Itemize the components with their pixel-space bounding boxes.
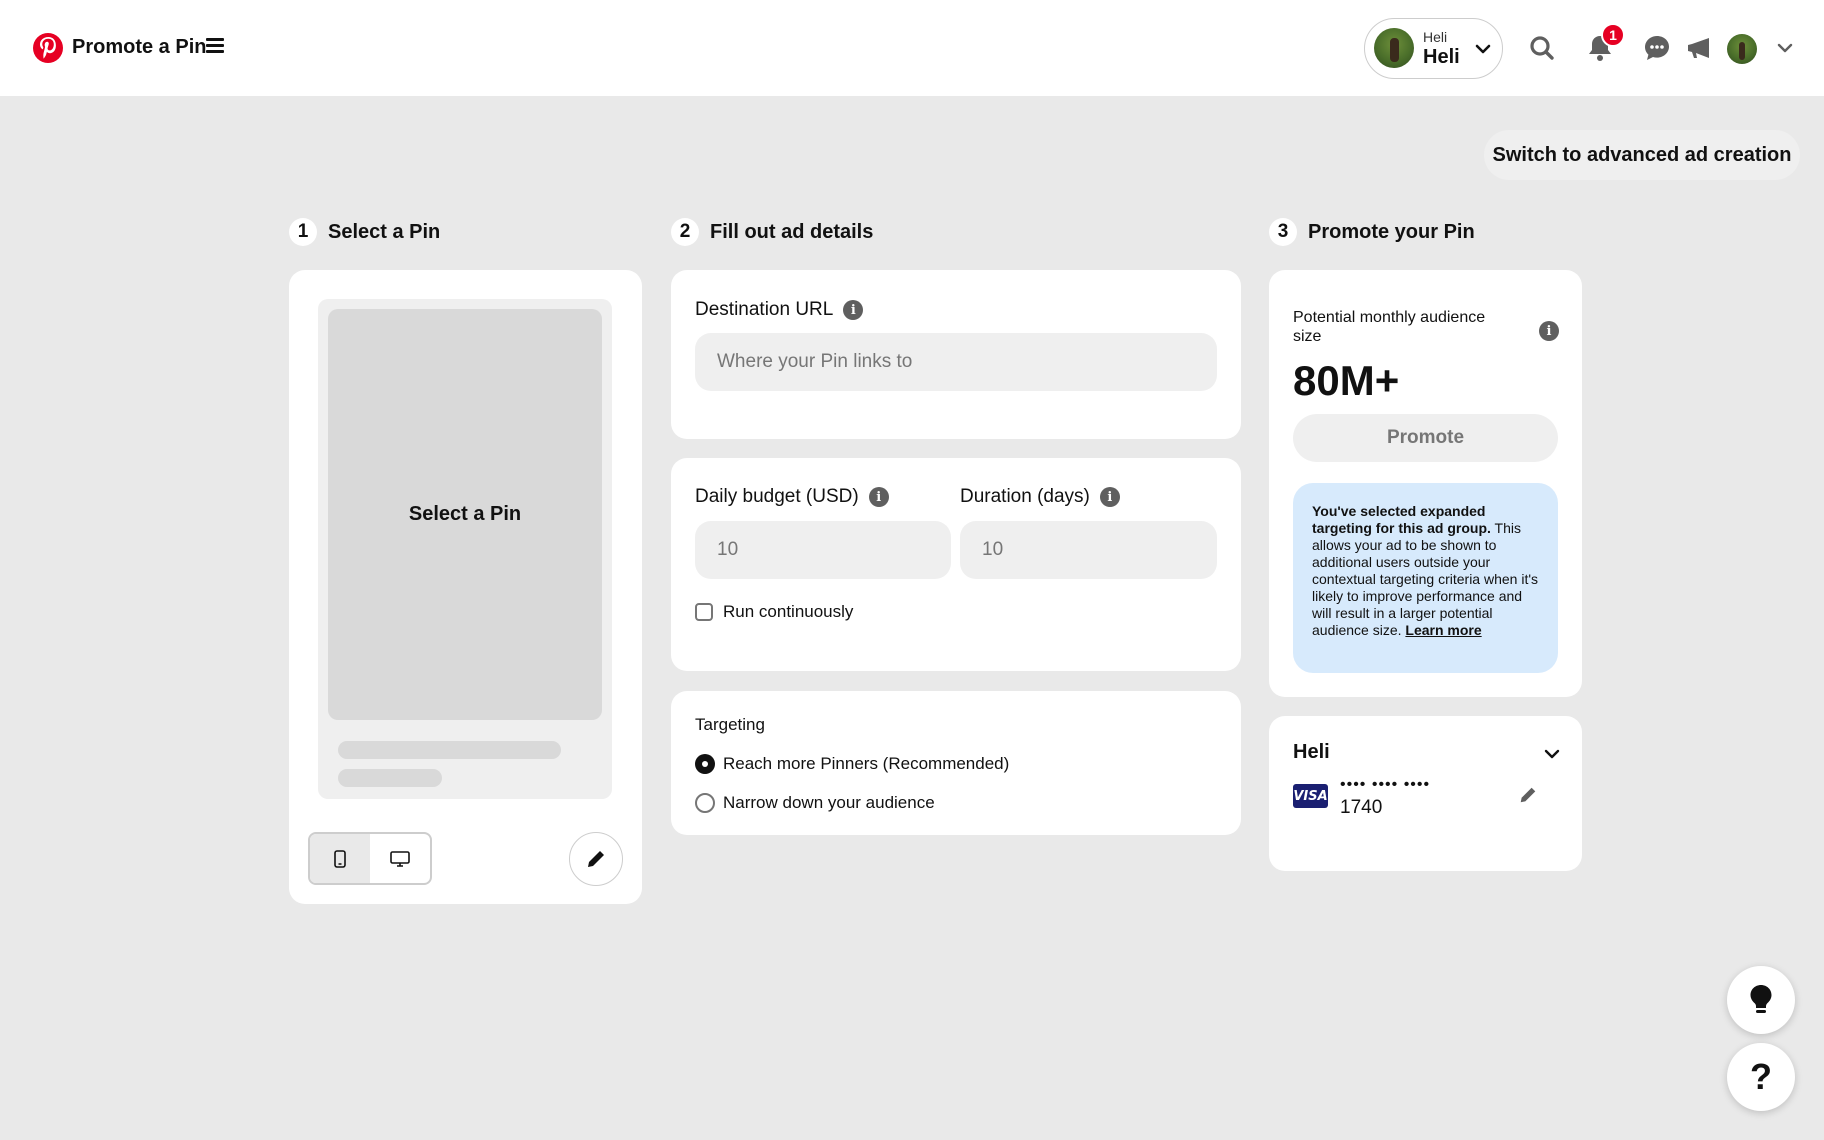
tips-button[interactable] <box>1727 966 1795 1034</box>
edit-pin-button[interactable] <box>569 832 623 886</box>
app-title: Promote a Pin <box>72 36 207 58</box>
pin-image-placeholder[interactable]: Select a Pin <box>328 309 602 720</box>
chevron-down-icon <box>1475 44 1491 54</box>
daily-budget-label-row: Daily budget (USD) i <box>695 486 889 508</box>
step-title: Select a Pin <box>328 220 441 243</box>
reach-more-radio[interactable] <box>695 754 715 774</box>
desktop-preview-button[interactable] <box>370 834 430 883</box>
mobile-icon <box>334 849 346 868</box>
step-3-header: 3 Promote your Pin <box>1269 218 1475 246</box>
pencil-icon <box>588 851 604 867</box>
device-toggle <box>308 832 432 885</box>
destination-card: Destination URL i <box>671 270 1241 439</box>
skeleton-line <box>338 769 442 787</box>
info-icon[interactable]: i <box>868 487 889 507</box>
step-title: Promote your Pin <box>1308 220 1475 243</box>
megaphone-icon[interactable] <box>1684 33 1714 63</box>
notification-badge: 1 <box>1601 23 1625 47</box>
switch-to-advanced-button[interactable]: Switch to advanced ad creation <box>1484 130 1800 180</box>
destination-label-row: Destination URL i <box>695 299 864 321</box>
promote-card: Potential monthly audience size i 80M+ P… <box>1269 270 1582 697</box>
notice-text: This allows your ad to be shown to addit… <box>1312 520 1539 638</box>
step-1-header: 1 Select a Pin <box>289 218 440 246</box>
skeleton-line <box>338 741 561 759</box>
info-icon[interactable]: i <box>843 300 864 320</box>
destination-url-input[interactable] <box>695 333 1217 391</box>
messages-icon[interactable] <box>1642 33 1672 63</box>
pencil-icon[interactable] <box>1518 785 1538 805</box>
menu-icon[interactable] <box>206 38 224 56</box>
user-avatar[interactable] <box>1727 34 1757 64</box>
info-icon[interactable]: i <box>1539 321 1559 341</box>
account-label: Heli <box>1423 46 1460 68</box>
narrow-down-radio[interactable] <box>695 793 715 813</box>
promote-button[interactable]: Promote <box>1293 414 1558 462</box>
visa-card-icon: VISA <box>1293 784 1328 808</box>
select-pin-card: Select a Pin <box>289 270 642 904</box>
destination-url-label: Destination URL <box>695 299 834 320</box>
duration-label-row: Duration (days) i <box>960 486 1120 508</box>
help-button[interactable]: ? <box>1727 1043 1795 1111</box>
top-header: Promote a Pin Heli Heli 1 <box>0 0 1824 96</box>
run-continuously-checkbox[interactable] <box>695 603 713 621</box>
pinterest-logo-icon[interactable] <box>33 33 63 63</box>
reach-more-label[interactable]: Reach more Pinners (Recommended) <box>723 754 1009 774</box>
duration-label: Duration (days) <box>960 486 1090 507</box>
learn-more-link[interactable]: Learn more <box>1405 622 1481 638</box>
targeting-card: Targeting Reach more Pinners (Recommende… <box>671 691 1241 835</box>
account-avatar <box>1374 28 1414 68</box>
daily-budget-input[interactable] <box>695 521 951 579</box>
card-last-four: 1740 <box>1340 797 1383 818</box>
audience-size-label: Potential monthly audience size <box>1293 309 1486 345</box>
step-2-header: 2 Fill out ad details <box>671 218 873 246</box>
step-number: 2 <box>671 218 699 246</box>
narrow-down-label[interactable]: Narrow down your audience <box>723 793 935 813</box>
step-number: 1 <box>289 218 317 246</box>
desktop-icon <box>390 850 410 867</box>
audience-size-value: 80M+ <box>1293 357 1400 404</box>
ad-account-name: Heli <box>1293 741 1330 763</box>
info-icon[interactable]: i <box>1099 487 1120 507</box>
chevron-down-icon[interactable] <box>1542 744 1562 764</box>
question-mark-icon: ? <box>1750 1056 1772 1097</box>
notice-bold-text: You've selected expanded targeting for t… <box>1312 503 1491 536</box>
account-label-small: Heli <box>1423 29 1448 45</box>
search-icon[interactable] <box>1527 33 1557 63</box>
daily-budget-label: Daily budget (USD) <box>695 486 859 507</box>
card-number-mask: •••• •••• •••• <box>1340 776 1431 793</box>
step-number: 3 <box>1269 218 1297 246</box>
duration-input[interactable] <box>960 521 1217 579</box>
targeting-title: Targeting <box>695 715 765 734</box>
run-continuously-label[interactable]: Run continuously <box>723 602 853 622</box>
account-switcher[interactable]: Heli Heli <box>1364 18 1503 79</box>
budget-card: Daily budget (USD) i Duration (days) i R… <box>671 458 1241 671</box>
mobile-preview-button[interactable] <box>310 834 370 883</box>
payment-card: Heli VISA •••• •••• •••• 1740 <box>1269 716 1582 871</box>
step-title: Fill out ad details <box>710 220 874 243</box>
chevron-down-icon[interactable] <box>1770 33 1800 63</box>
lightbulb-icon <box>1750 985 1772 1013</box>
pin-preview[interactable]: Select a Pin <box>318 299 612 799</box>
expanded-targeting-notice: You've selected expanded targeting for t… <box>1293 483 1558 673</box>
